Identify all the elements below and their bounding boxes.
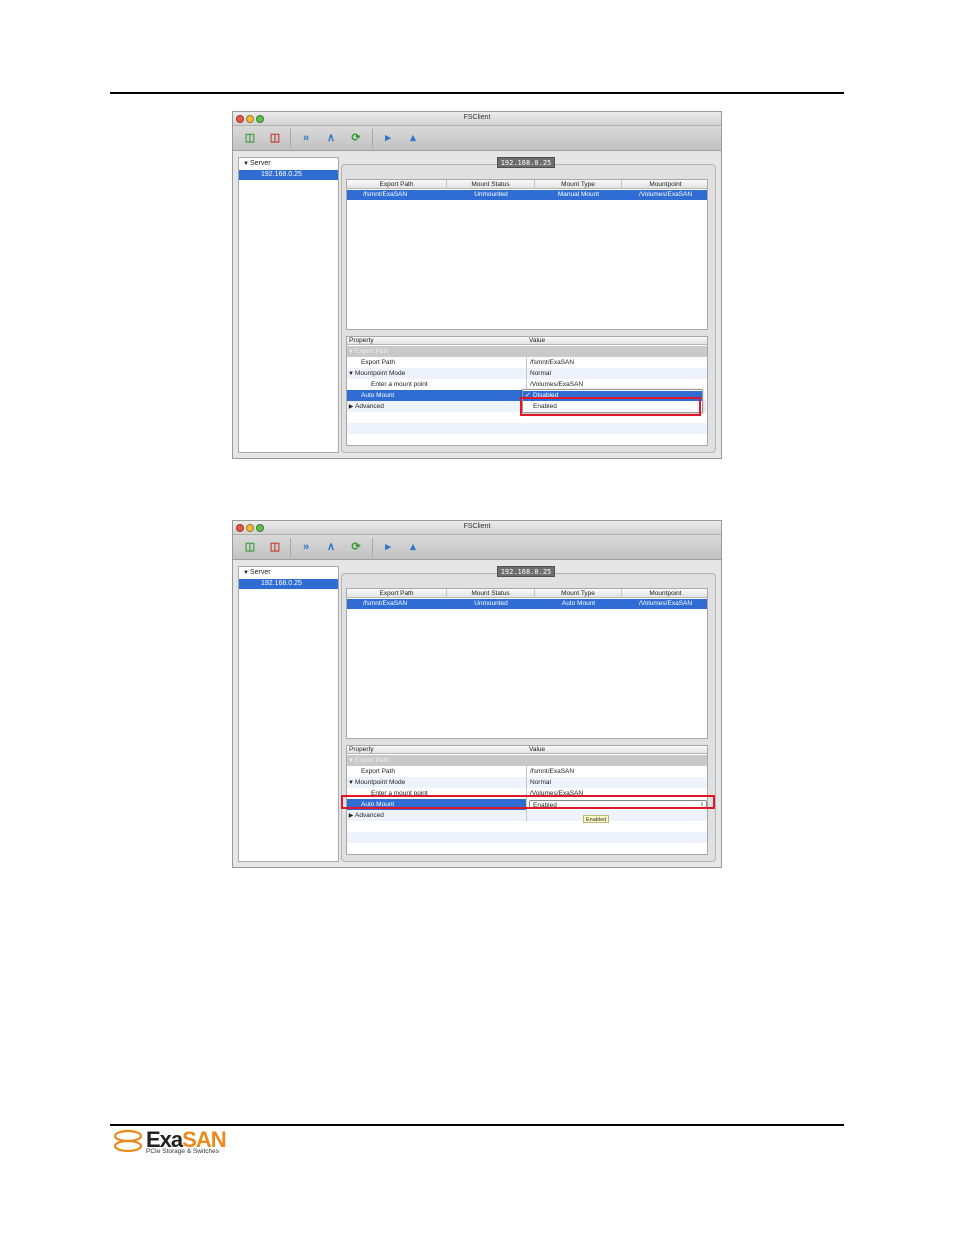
toolbar-divider bbox=[290, 538, 291, 557]
refresh-icon[interactable]: ⟳ bbox=[347, 130, 365, 146]
server-sidebar: ▼Server 192.168.0.25 bbox=[238, 157, 339, 453]
unmount-icon[interactable]: ▴ bbox=[404, 539, 422, 555]
property-key: Advanced bbox=[355, 812, 384, 819]
property-row[interactable]: ▶ Advanced bbox=[347, 810, 707, 821]
toolbar-divider bbox=[290, 129, 291, 148]
property-row[interactable]: ▼Mountpoint Mode Normal bbox=[347, 368, 707, 379]
mount-table: Export Path Mount Status Mount Type Moun… bbox=[346, 588, 708, 739]
server-tab[interactable]: 192.168.0.25 bbox=[497, 157, 555, 168]
footer-rule bbox=[110, 1124, 844, 1126]
cell-mount-status: Unmounted bbox=[474, 600, 508, 607]
property-key: Export Path bbox=[347, 357, 527, 368]
server-item[interactable]: 192.168.0.25 bbox=[239, 579, 338, 589]
table-row[interactable]: /fsmnt/ExaSAN Unmounted Manual Mount /Vo… bbox=[347, 190, 707, 200]
disclosure-open-icon[interactable]: ▼ bbox=[242, 570, 250, 576]
logo-mark-icon bbox=[113, 1129, 143, 1153]
property-key: Mountpoint Mode bbox=[355, 779, 406, 786]
group-label: Export Path bbox=[355, 348, 389, 355]
empty-row bbox=[347, 832, 707, 843]
mount-all-icon[interactable]: » bbox=[297, 130, 315, 146]
server-group-label: Server bbox=[250, 569, 271, 576]
column-mountpoint[interactable]: Mountpoint bbox=[622, 589, 709, 598]
unmount-all-icon[interactable]: ∧ bbox=[322, 539, 340, 555]
property-value: Normal bbox=[530, 370, 551, 377]
unmount-all-icon[interactable]: ∧ bbox=[322, 130, 340, 146]
property-value: Normal bbox=[530, 779, 551, 786]
server-group-label: Server bbox=[250, 160, 271, 167]
disclosure-open-icon[interactable]: ▼ bbox=[242, 161, 250, 167]
property-row[interactable]: ▼Mountpoint Mode Normal bbox=[347, 777, 707, 788]
cell-mountpoint: /Volumes/ExaSAN bbox=[638, 191, 693, 198]
server-item[interactable]: 192.168.0.25 bbox=[239, 170, 338, 180]
property-group-row[interactable]: ▼Export Path bbox=[347, 755, 707, 766]
toolbar: ◫ ◫ » ∧ ⟳ ▸ ▴ bbox=[233, 126, 721, 151]
empty-row bbox=[347, 423, 707, 434]
remove-server-icon[interactable]: ◫ bbox=[266, 130, 284, 146]
table-row[interactable]: /fsmnt/ExaSAN Unmounted Auto Mount /Volu… bbox=[347, 599, 707, 609]
window-title: FSClient bbox=[463, 523, 491, 530]
column-mount-type[interactable]: Mount Type bbox=[535, 589, 622, 598]
empty-row bbox=[347, 821, 707, 832]
property-table-header: Property Value bbox=[347, 746, 707, 754]
column-property: Property bbox=[349, 337, 374, 344]
server-group[interactable]: ▼Server bbox=[242, 569, 271, 576]
mount-table-header: Export Path Mount Status Mount Type Moun… bbox=[347, 180, 707, 189]
column-export-path[interactable]: Export Path bbox=[347, 180, 447, 189]
cell-export-path: /fsmnt/ExaSAN bbox=[363, 600, 408, 607]
toolbar-divider bbox=[372, 129, 373, 148]
cell-mount-type: Manual Mount bbox=[557, 191, 600, 198]
cell-mount-status: Unmounted bbox=[474, 191, 508, 198]
add-server-icon[interactable]: ◫ bbox=[241, 539, 259, 555]
cell-export-path: /fsmnt/ExaSAN bbox=[363, 191, 408, 198]
column-mount-type[interactable]: Mount Type bbox=[535, 180, 622, 189]
property-value: /fsmnt/ExaSAN bbox=[530, 768, 575, 775]
cell-mount-type: Auto Mount bbox=[561, 600, 596, 607]
property-key: Mountpoint Mode bbox=[355, 370, 406, 377]
column-property: Property bbox=[349, 746, 374, 753]
mount-table: Export Path Mount Status Mount Type Moun… bbox=[346, 179, 708, 330]
server-sidebar: ▼Server 192.168.0.25 bbox=[238, 566, 339, 862]
property-row[interactable]: Export Path /fsmnt/ExaSAN bbox=[347, 357, 707, 368]
column-value: Value bbox=[529, 337, 546, 344]
property-key: Enter a mount point bbox=[347, 379, 527, 390]
add-server-icon[interactable]: ◫ bbox=[241, 130, 259, 146]
header-rule bbox=[110, 92, 844, 94]
column-mount-status[interactable]: Mount Status bbox=[447, 180, 535, 189]
server-group[interactable]: ▼Server bbox=[242, 160, 271, 167]
property-key: Export Path bbox=[347, 766, 527, 777]
remove-server-icon[interactable]: ◫ bbox=[266, 539, 284, 555]
exasan-logo: ExaSAN PCIe Storage & Switches bbox=[112, 1127, 232, 1161]
column-export-path[interactable]: Export Path bbox=[347, 589, 447, 598]
mount-icon[interactable]: ▸ bbox=[379, 130, 397, 146]
title-bar: FSClient bbox=[233, 521, 721, 535]
property-row[interactable]: Export Path /fsmnt/ExaSAN bbox=[347, 766, 707, 777]
property-key: Auto Mount bbox=[347, 390, 527, 401]
column-mountpoint[interactable]: Mountpoint bbox=[622, 180, 709, 189]
title-bar: FSClient bbox=[233, 112, 721, 126]
mount-icon[interactable]: ▸ bbox=[379, 539, 397, 555]
fsclient-window-2: FSClient ◫ ◫ » ∧ ⟳ ▸ ▴ ▼Server 192.168.0… bbox=[232, 520, 722, 868]
fsclient-window-1: FSClient ◫ ◫ » ∧ ⟳ ▸ ▴ ▼Server 192.168.0… bbox=[232, 111, 722, 459]
mount-all-icon[interactable]: » bbox=[297, 539, 315, 555]
tooltip: Enabled bbox=[583, 815, 610, 823]
property-key: Advanced bbox=[355, 403, 384, 410]
window-title: FSClient bbox=[463, 114, 491, 121]
column-value: Value bbox=[529, 746, 546, 753]
logo-tagline: PCIe Storage & Switches bbox=[146, 1148, 219, 1155]
toolbar-divider bbox=[372, 538, 373, 557]
unmount-icon[interactable]: ▴ bbox=[404, 130, 422, 146]
group-label: Export Path bbox=[355, 757, 389, 764]
server-tab[interactable]: 192.168.0.25 bbox=[497, 566, 555, 577]
property-value: /fsmnt/ExaSAN bbox=[530, 359, 575, 366]
column-mount-status[interactable]: Mount Status bbox=[447, 589, 535, 598]
cell-mountpoint: /Volumes/ExaSAN bbox=[638, 600, 693, 607]
toolbar: ◫ ◫ » ∧ ⟳ ▸ ▴ bbox=[233, 535, 721, 560]
mount-table-header: Export Path Mount Status Mount Type Moun… bbox=[347, 589, 707, 598]
property-table-header: Property Value bbox=[347, 337, 707, 345]
property-group-row[interactable]: ▼Export Path bbox=[347, 346, 707, 357]
refresh-icon[interactable]: ⟳ bbox=[347, 539, 365, 555]
highlight-box bbox=[341, 795, 715, 809]
highlight-box bbox=[520, 397, 701, 416]
